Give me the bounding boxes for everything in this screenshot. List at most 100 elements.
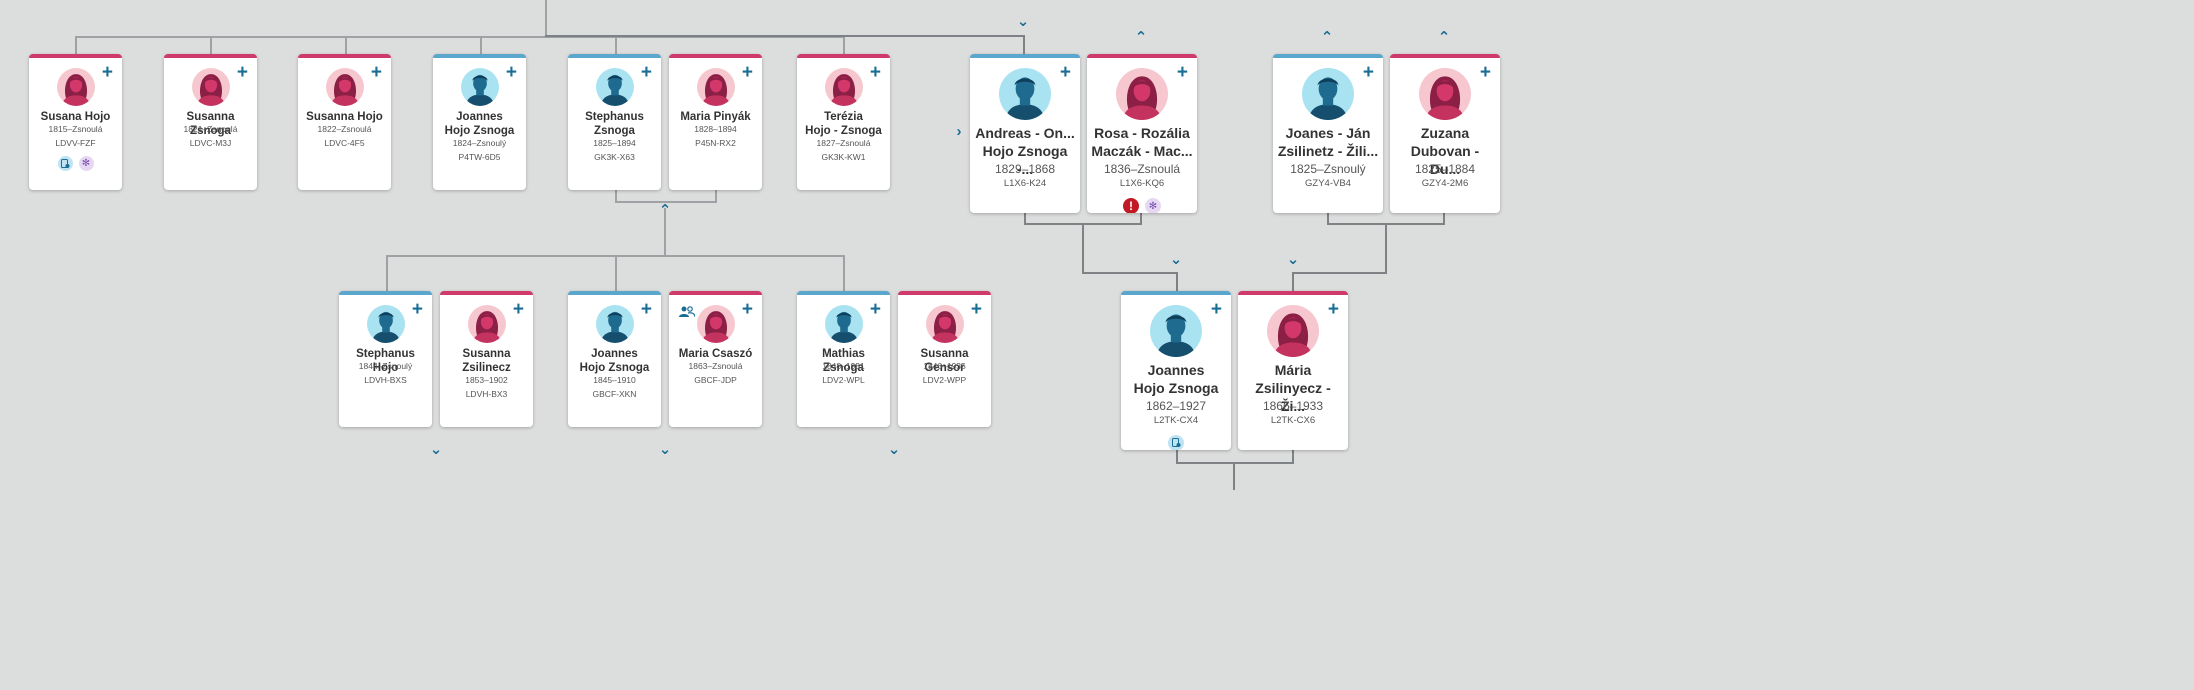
add-relative-icon[interactable]: + [1480, 63, 1491, 82]
person-lifespan: 1827–Zsnoulá [816, 138, 871, 148]
connector-line [545, 35, 1025, 37]
person-card[interactable]: + Joannes Hojo Zsnoga 1824–Zsnoulý P4TW-6D5 [433, 54, 526, 190]
person-lifespan: 1845–1910 [593, 375, 636, 385]
male-avatar-icon [366, 305, 405, 343]
add-relative-icon[interactable]: + [412, 300, 423, 319]
add-relative-icon[interactable]: + [506, 63, 517, 82]
female-avatar-icon [467, 305, 506, 343]
expand-ancestors-chevron-icon[interactable]: ⌃ [1317, 30, 1337, 46]
person-name[interactable]: Joanes - Ján Zsilinetz - Žili... [1277, 124, 1379, 160]
expand-ancestors-chevron-icon[interactable]: ⌃ [1434, 30, 1454, 46]
expand-children-chevron-icon[interactable]: ⌄ [426, 442, 446, 458]
expand-children-chevron-icon[interactable]: ⌄ [655, 442, 675, 458]
connector-line [480, 36, 482, 55]
person-id: LDVV-FZF [55, 138, 96, 148]
person-name[interactable]: Joannes Hojo Zsnoga [572, 347, 657, 375]
add-relative-icon[interactable]: + [641, 63, 652, 82]
connector-line [1233, 463, 1235, 490]
person-card[interactable]: + Mária Zsilinyecz - Ži... 1866–1933 L2TK-C… [1238, 291, 1348, 450]
person-id: GK3K-KW1 [821, 152, 866, 162]
person-name[interactable]: Stephanus Zsnoga [572, 110, 657, 138]
connector-line [1176, 272, 1178, 292]
female-avatar-icon [1267, 305, 1319, 357]
add-relative-icon[interactable]: + [1177, 63, 1188, 82]
person-lifespan: 1853–1902 [465, 375, 508, 385]
person-card[interactable]: + Stephanus Hojo 1844–Zsnoulý LDVH-BXS [339, 291, 432, 427]
connector-line [75, 36, 77, 55]
person-badges: ✻ [29, 156, 122, 171]
add-relative-icon[interactable]: + [742, 63, 753, 82]
connector-line [1385, 224, 1387, 273]
person-card[interactable]: + Mathias Zsnoga 1848–1931 LDV2-WPL [797, 291, 890, 427]
person-lifespan: 1825–1884 [1414, 162, 1476, 176]
add-relative-icon[interactable]: + [1328, 300, 1339, 319]
person-id: LDV2-WPL [822, 375, 865, 385]
person-lifespan: 1863–Zsnoulá [688, 361, 743, 371]
add-relative-icon[interactable]: + [513, 300, 524, 319]
add-relative-icon[interactable]: + [742, 300, 753, 319]
person-name[interactable]: Susanna Zsilinecz [444, 347, 529, 375]
temple-icon[interactable]: ✻ [78, 156, 94, 171]
person-card[interactable]: + Terézia Hojo - Zsnoga 1827–Zsnoulá GK3K-K… [797, 54, 890, 190]
person-card[interactable]: + Joanes - Ján Zsilinetz - Žili... 1825–Zs… [1273, 54, 1383, 213]
person-lifespan: 1822–Zsnoulá [317, 124, 372, 134]
record-hint-icon[interactable] [1168, 435, 1184, 450]
expand-children-chevron-icon[interactable]: ⌄ [1166, 252, 1186, 268]
person-card[interactable]: + Maria Pinyák 1828–1894 P45N-RX2 [669, 54, 762, 190]
female-avatar-icon [925, 305, 964, 343]
add-relative-icon[interactable]: + [1060, 63, 1071, 82]
connector-line [1023, 35, 1025, 55]
expand-siblings-chevron-icon[interactable]: › [949, 124, 969, 140]
record-hint-icon[interactable] [57, 156, 73, 171]
person-name[interactable]: Maria Pinyák [673, 110, 758, 124]
expand-children-chevron-icon[interactable]: ⌄ [884, 442, 904, 458]
expand-parents-chevron-icon[interactable]: ⌃ [655, 203, 675, 219]
add-relative-icon[interactable]: + [102, 63, 113, 82]
person-name[interactable]: Joannes Hojo Zsnoga [437, 110, 522, 138]
person-name[interactable]: Susanna Hojo [302, 110, 387, 124]
person-card[interactable]: + Andreas - On... Hojo Zsnoga -... 1829–18… [970, 54, 1080, 213]
person-id: GZY4-VB4 [1305, 178, 1351, 189]
female-avatar-icon [325, 68, 364, 106]
person-card[interactable]: + Rosa - Rozália Maczák - Mac... 1836–Zsno… [1087, 54, 1197, 213]
person-id: L1X6-K24 [1003, 178, 1047, 189]
expand-descendants-chevron-icon[interactable]: ⌄ [1013, 14, 1033, 30]
person-card[interactable]: + Susanna Zsilinecz 1853–1902 LDVH-BX3 [440, 291, 533, 427]
add-relative-icon[interactable]: + [870, 63, 881, 82]
male-avatar-icon [460, 68, 499, 106]
add-relative-icon[interactable]: + [870, 300, 881, 319]
person-card[interactable]: + Susanna Gensor 1846–1935 LDV2-WPP [898, 291, 991, 427]
person-card[interactable]: + Susanna Zsnoga 1821–Zsnoulá LDVC-M3J [164, 54, 257, 190]
person-card[interactable]: + Susana Hojo 1815–Zsnoulá LDVV-FZF ✻ [29, 54, 122, 190]
add-relative-icon[interactable]: + [371, 63, 382, 82]
add-relative-icon[interactable]: + [971, 300, 982, 319]
connector-line [843, 36, 845, 55]
person-name[interactable]: Terézia Hojo - Zsnoga [801, 110, 886, 138]
person-id: LDVC-4F5 [324, 138, 365, 148]
add-relative-icon[interactable]: + [1211, 300, 1222, 319]
male-avatar-icon [1302, 68, 1354, 120]
female-avatar-icon [56, 68, 95, 106]
add-relative-icon[interactable]: + [641, 300, 652, 319]
person-card[interactable]: + Joannes Hojo Zsnoga 1845–1910 GBCF-XKN [568, 291, 661, 427]
connector-line [210, 36, 212, 55]
person-id: L2TK-CX4 [1153, 415, 1199, 426]
person-card[interactable]: + Susanna Hojo 1822–Zsnoulá LDVC-4F5 [298, 54, 391, 190]
expand-children-chevron-icon[interactable]: ⌄ [1283, 252, 1303, 268]
temple-icon[interactable]: ✻ [1145, 198, 1161, 213]
person-name[interactable]: Maria Csaszó [673, 347, 758, 361]
expand-ancestors-chevron-icon[interactable]: ⌃ [1131, 30, 1151, 46]
person-card[interactable]: + Zuzana Dubovan - Du... 1825–1884 GZY4-2M6 [1390, 54, 1500, 213]
person-card[interactable]: + Maria Csaszó 1863–Zsnoulá GBCF-JDP [669, 291, 762, 427]
person-card[interactable]: + Joannes Hojo Zsnoga 1862–1927 L2TK-CX4 [1121, 291, 1231, 450]
person-name[interactable]: Susana Hojo [33, 110, 118, 124]
person-id: GK3K-X63 [594, 152, 635, 162]
add-relative-icon[interactable]: + [1363, 63, 1374, 82]
person-card[interactable]: + Stephanus Zsnoga 1825–1894 GK3K-X63 [568, 54, 661, 190]
person-name[interactable]: Joannes Hojo Zsnoga [1125, 361, 1227, 397]
data-problem-icon[interactable]: ! [1123, 198, 1139, 213]
add-relative-icon[interactable]: + [237, 63, 248, 82]
person-name[interactable]: Rosa - Rozália Maczák - Mac... [1091, 124, 1193, 160]
couple-icon[interactable] [679, 305, 696, 321]
person-lifespan: 1844–Zsnoulý [358, 361, 413, 371]
